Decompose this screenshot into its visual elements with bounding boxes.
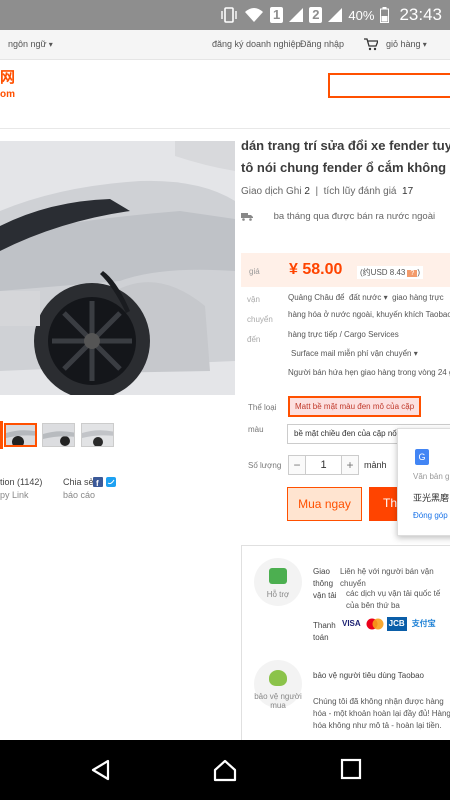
back-icon[interactable]: [89, 758, 113, 782]
sold-abroad-note: ba tháng qua được bán ra nước ngoài: [241, 207, 450, 227]
reviews-label[interactable]: tích lũy đánh giá: [324, 186, 397, 197]
category-label: Thể loại: [248, 403, 277, 412]
price-usd-text: (约USD 8.43: [360, 268, 406, 277]
ship-route: Quảng Châu để đất nước giao hàng trực: [288, 290, 444, 306]
battery-percent: 40%: [348, 7, 375, 23]
sim2-badge: 2: [309, 7, 323, 23]
ship-option-select[interactable]: Surface mail miễn phí vận chuyển: [291, 346, 418, 362]
vibrate-icon: [221, 7, 237, 23]
ship-line: hàng hóa ở nước ngoài, khuyến khích Taob…: [288, 310, 450, 319]
protection-text: Chúng tôi đã không nhận được hàng hóa - …: [313, 697, 450, 730]
product-title: dán trang trí sửa đổi xe fender tuyeres …: [241, 135, 450, 179]
wifi-icon: [244, 8, 263, 22]
recent-apps-icon[interactable]: [340, 758, 362, 780]
deals-label: Giao dịch Ghi: [241, 186, 302, 197]
thumbnail-indicator: [0, 421, 3, 449]
google-translate-icon: G: [415, 449, 429, 465]
color-label: màu: [248, 425, 264, 434]
price-usd-close: ): [417, 268, 421, 277]
home-icon[interactable]: [212, 758, 238, 782]
delivery-text: Liên hệ với người bán vận chuyển: [340, 567, 434, 588]
signal-icon: [328, 8, 343, 22]
ship-method: giao hàng trực: [392, 293, 444, 302]
quantity-label: Số lượng: [248, 461, 282, 470]
system-nav-bar: [0, 740, 450, 800]
delivery-label: Giao thông vận tải: [313, 567, 337, 600]
protection-caption: bảo vệ người mua: [254, 692, 302, 710]
twitter-icon[interactable]: [106, 477, 116, 487]
quantity-unit: mảnh: [364, 460, 387, 470]
status-icons: 1 2 40% 23:43: [220, 3, 442, 27]
payment-label: Thanh toán: [313, 621, 336, 642]
top-nav: ngôn ngữ đăng ký doanh nghiệp Đăng nhập …: [0, 30, 450, 60]
price-value: ¥ 58.00: [289, 261, 343, 278]
copy-link[interactable]: py Link: [0, 490, 29, 500]
support-badge: Hỗ trợ: [254, 558, 302, 606]
delivery-text: các dịch vụ vận tải quốc tế của bên thứ …: [346, 589, 441, 610]
jcb-icon: JCB: [386, 617, 407, 631]
price-box: giá ¥ 58.00 (约USD 8.43?): [241, 253, 450, 287]
translate-source-label: Văn bản g: [413, 472, 450, 481]
facebook-icon[interactable]: f: [93, 477, 103, 487]
category-option-selected[interactable]: Matt bề mặt màu đen mô của cặp: [288, 396, 422, 417]
price-usd: (约USD 8.43?): [357, 266, 424, 279]
thumbnail[interactable]: [4, 423, 37, 447]
login-link[interactable]: Đăng nhập: [300, 39, 344, 49]
support-caption: Hỗ trợ: [266, 590, 290, 599]
product-stats: Giao dịch Ghi 2 | tích lũy đánh giá 17: [241, 186, 414, 197]
quantity-stepper: − 1 +: [288, 455, 359, 475]
translate-source-text: 亚光黑磨: [413, 493, 450, 503]
translate-popup: G Văn bản g 亚光黑磨 Đóng góp b: [397, 428, 450, 536]
status-bar: 1 2 40% 23:43: [0, 0, 450, 30]
translate-contribute-link[interactable]: Đóng góp b: [413, 511, 450, 520]
sim1-badge: 1: [269, 7, 284, 23]
ship-promise: Người bán hứa hẹn giao hàng trong vòng 2…: [288, 368, 450, 377]
title-line-2: tô nói chung fender ổ cắm không khí sửa: [241, 160, 450, 175]
ship-line: hàng trực tiếp / Cargo Services: [288, 330, 399, 339]
quantity-decrease-button[interactable]: −: [288, 455, 306, 475]
payment-methods: VISA JCB 支付宝: [340, 617, 438, 631]
share-label: Chia sẻ: [63, 477, 94, 487]
svg-text:f: f: [96, 479, 99, 487]
logo-subtext: om: [0, 89, 15, 100]
ship-from: Quảng Châu để: [288, 293, 345, 302]
battery-icon: [380, 7, 390, 23]
clock: 23:43: [399, 5, 442, 24]
support-icon: [269, 568, 287, 584]
quantity-input[interactable]: 1: [306, 455, 341, 475]
thumbnail[interactable]: [42, 423, 75, 447]
thumbnail[interactable]: [81, 423, 114, 447]
help-icon[interactable]: ?: [407, 270, 418, 277]
mastercard-icon: [366, 618, 384, 630]
truck-icon: [241, 212, 253, 221]
protection-title: bảo vệ người tiêu dùng Taobao: [313, 671, 424, 680]
cart-icon[interactable]: [364, 38, 378, 51]
register-link[interactable]: đăng ký doanh nghiệp: [212, 39, 301, 49]
quantity-increase-button[interactable]: +: [341, 455, 359, 475]
divider: [0, 128, 450, 129]
buy-now-button[interactable]: Mua ngay: [287, 487, 362, 521]
shipping-label: vận chuyển đến: [247, 295, 273, 344]
search-input[interactable]: [328, 73, 450, 98]
product-main-image[interactable]: [0, 141, 235, 395]
logo-text: 网: [0, 69, 16, 86]
collection-count[interactable]: tion (1142): [0, 477, 42, 487]
site-header: 网 om: [0, 60, 450, 118]
protection-badge: bảo vệ người mua: [254, 660, 302, 710]
country-select[interactable]: đất nước: [349, 293, 388, 302]
price-label: giá: [249, 267, 260, 276]
cart-menu[interactable]: giỏ hàng: [386, 39, 427, 49]
deals-count: 2: [304, 186, 310, 197]
alipay-icon: 支付宝: [411, 619, 436, 628]
language-menu[interactable]: ngôn ngữ: [8, 39, 53, 49]
shield-icon: [269, 670, 287, 686]
report-link[interactable]: báo cáo: [63, 490, 95, 500]
site-logo[interactable]: 网 om: [0, 66, 15, 100]
visa-icon: VISA: [342, 619, 361, 628]
car-fender-photo: [0, 141, 235, 395]
title-line-1: dán trang trí sửa đổi xe fender tuyeres …: [241, 138, 450, 153]
signal-icon: [289, 8, 304, 22]
sold-note-text: ba tháng qua được bán ra nước ngoài: [273, 211, 436, 222]
reviews-count: 17: [402, 186, 414, 197]
